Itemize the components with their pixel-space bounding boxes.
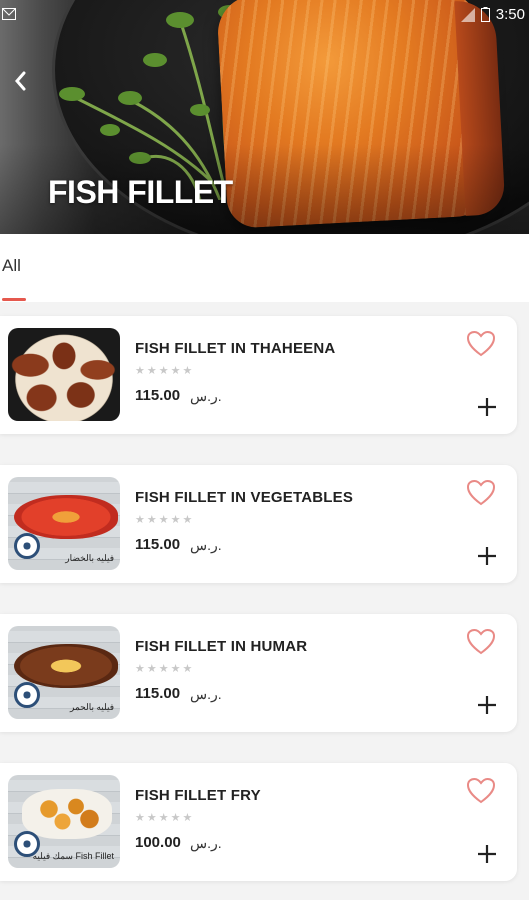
status-bar: 3:50 bbox=[0, 0, 529, 28]
heart-icon bbox=[466, 628, 496, 655]
item-currency: ر.س. bbox=[190, 835, 222, 851]
gmail-icon bbox=[2, 8, 16, 20]
rating-stars: ★★★★★ bbox=[135, 514, 195, 526]
item-name: FISH FILLET IN HUMAR bbox=[135, 638, 308, 655]
dish-graphic bbox=[22, 789, 112, 839]
menu-item-card[interactable]: فيليه بالحمر FISH FILLET IN HUMAR ★★★★★ … bbox=[0, 614, 517, 732]
favorite-button[interactable] bbox=[466, 330, 496, 358]
image-label: سمك فيليه Fish Fillet bbox=[32, 851, 114, 861]
chevron-left-icon bbox=[15, 71, 26, 91]
favorite-button[interactable] bbox=[466, 628, 496, 656]
menu-item-card[interactable]: FISH FILLET IN THAHEENA ★★★★★ 115.00 ر.س… bbox=[0, 316, 517, 434]
item-currency: ر.س. bbox=[190, 388, 222, 404]
item-price: 115.00 bbox=[135, 536, 181, 553]
favorite-button[interactable] bbox=[466, 777, 496, 805]
ship-wheel-logo bbox=[14, 682, 40, 708]
back-button[interactable] bbox=[6, 66, 34, 100]
add-to-cart-button[interactable] bbox=[474, 396, 500, 422]
item-currency: ر.س. bbox=[190, 686, 222, 702]
item-name: FISH FILLET IN VEGETABLES bbox=[135, 489, 354, 506]
rating-stars: ★★★★★ bbox=[135, 365, 195, 377]
plus-icon bbox=[478, 398, 496, 416]
menu-item-card[interactable]: فيليه بالخضار FISH FILLET IN VEGETABLES … bbox=[0, 465, 517, 583]
item-image: فيليه بالخضار bbox=[8, 477, 120, 570]
ship-wheel-logo bbox=[14, 533, 40, 559]
tab-active-indicator bbox=[2, 298, 26, 301]
rating-stars: ★★★★★ bbox=[135, 663, 195, 675]
page-title: FISH FILLET bbox=[48, 174, 233, 210]
signal-icon bbox=[460, 7, 475, 22]
item-name: FISH FILLET IN THAHEENA bbox=[135, 340, 336, 357]
item-image: فيليه بالحمر bbox=[8, 626, 120, 719]
add-to-cart-button[interactable] bbox=[474, 843, 500, 869]
add-to-cart-button[interactable] bbox=[474, 694, 500, 720]
item-price: 100.00 bbox=[135, 834, 181, 851]
category-tabs: All bbox=[0, 234, 529, 302]
item-image bbox=[8, 328, 120, 421]
menu-item-card[interactable]: سمك فيليه Fish Fillet FISH FILLET FRY ★★… bbox=[0, 763, 517, 881]
item-price: 115.00 bbox=[135, 387, 181, 404]
battery-icon bbox=[480, 7, 490, 22]
heart-icon bbox=[466, 777, 496, 804]
image-label: فيليه بالخضار bbox=[65, 553, 114, 563]
item-name: FISH FILLET FRY bbox=[135, 787, 261, 804]
image-label: فيليه بالحمر bbox=[69, 702, 114, 712]
item-image: سمك فيليه Fish Fillet bbox=[8, 775, 120, 868]
favorite-button[interactable] bbox=[466, 479, 496, 507]
status-time: 3:50 bbox=[495, 6, 525, 23]
tab-all[interactable]: All bbox=[2, 256, 21, 276]
status-right: 3:50 bbox=[460, 6, 525, 23]
item-currency: ر.س. bbox=[190, 537, 222, 553]
item-price: 115.00 bbox=[135, 685, 181, 702]
plus-icon bbox=[478, 845, 496, 863]
plus-icon bbox=[478, 696, 496, 714]
heart-icon bbox=[466, 479, 496, 506]
add-to-cart-button[interactable] bbox=[474, 545, 500, 571]
heart-icon bbox=[466, 330, 496, 357]
rating-stars: ★★★★★ bbox=[135, 812, 195, 824]
plus-icon bbox=[478, 547, 496, 565]
